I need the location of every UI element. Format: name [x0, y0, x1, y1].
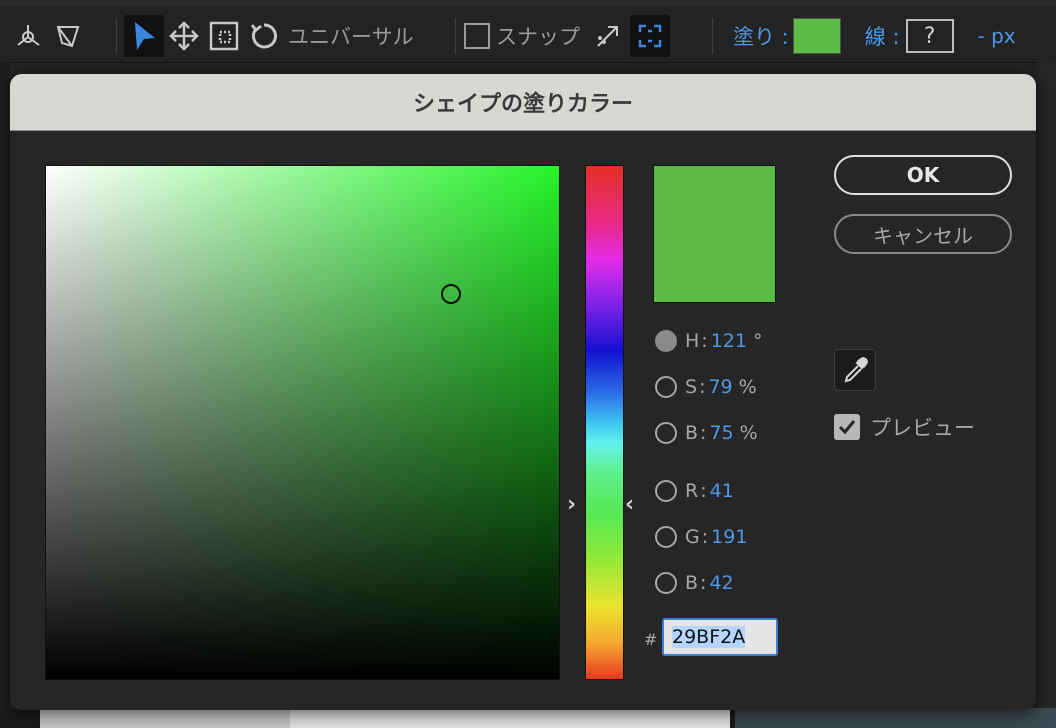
saturation-label: S: [685, 376, 698, 398]
distort-icon[interactable]: [48, 15, 88, 57]
shape-fill-color-dialog: シェイプの塗りカラー › ‹ H : 121 ° S : 79 % B : 75…: [10, 74, 1036, 710]
field-hue[interactable]: H : 121 °: [655, 326, 762, 356]
hue-radio[interactable]: [655, 330, 677, 352]
saturation-unit: %: [738, 376, 757, 398]
app-toolbar: ユニバーサル スナップ 塗り : 線 : ? - px: [0, 0, 1056, 63]
green-value[interactable]: 191: [711, 526, 747, 548]
blue-value[interactable]: 42: [709, 572, 733, 594]
blue-radio[interactable]: [655, 572, 677, 594]
hue-unit: °: [752, 330, 763, 352]
field-colon: :: [701, 526, 709, 548]
background-panel-right: [1038, 62, 1056, 708]
transform-3d-icon[interactable]: [8, 15, 48, 57]
scale-icon[interactable]: [204, 15, 244, 57]
brightness-value[interactable]: 75: [709, 422, 733, 444]
field-blue[interactable]: B : 42: [655, 568, 734, 598]
brightness-unit: %: [739, 422, 758, 444]
hue-value[interactable]: 121: [711, 330, 747, 352]
field-colon: :: [700, 480, 707, 502]
field-saturation[interactable]: S : 79 %: [655, 372, 757, 402]
red-label: R: [685, 480, 699, 502]
cancel-button[interactable]: キャンセル: [834, 214, 1012, 254]
preview-toggle[interactable]: プレビュー: [834, 412, 975, 442]
tool-group-main: ユニバーサル: [124, 14, 414, 58]
hex-hash-label: #: [644, 630, 658, 649]
toolbar-separator: [116, 18, 117, 54]
snap-bounds-icon[interactable]: [630, 15, 670, 57]
fill-label[interactable]: 塗り :: [733, 21, 789, 51]
hue-slider[interactable]: [585, 165, 624, 680]
toolbar-separator: [712, 18, 713, 54]
dialog-title: シェイプの塗りカラー: [10, 74, 1036, 131]
snap-label[interactable]: スナップ: [496, 21, 580, 51]
background-panel-left: [0, 62, 10, 728]
ok-button[interactable]: OK: [834, 155, 1012, 195]
saturation-value[interactable]: 79: [708, 376, 732, 398]
background-image: [40, 708, 290, 728]
eyedropper-icon[interactable]: [834, 349, 876, 391]
toolbar-separator: [455, 18, 456, 54]
red-value[interactable]: 41: [710, 480, 734, 502]
universal-label[interactable]: ユニバーサル: [288, 21, 414, 51]
preview-checkbox[interactable]: [834, 414, 860, 440]
preview-label: プレビュー: [870, 416, 975, 440]
hue-slider-left-arrow-icon[interactable]: ›: [567, 492, 576, 517]
brightness-radio[interactable]: [655, 422, 677, 444]
hex-color-input[interactable]: [662, 618, 778, 656]
rotate-icon[interactable]: [244, 15, 284, 57]
field-colon: :: [701, 330, 708, 352]
field-colon: :: [699, 376, 706, 398]
saturation-brightness-field[interactable]: [45, 165, 560, 680]
field-colon: :: [700, 572, 707, 594]
stroke-label[interactable]: 線 :: [865, 21, 900, 51]
blue-label: B: [685, 572, 699, 594]
stroke-width-value[interactable]: - px: [978, 24, 1016, 48]
color-field-cursor[interactable]: [441, 284, 462, 305]
snap-checkbox-icon[interactable]: [464, 23, 490, 49]
green-radio[interactable]: [655, 526, 677, 548]
field-colon: :: [700, 422, 707, 444]
selection-arrow-icon[interactable]: [124, 15, 164, 57]
fill-color-swatch[interactable]: [792, 18, 841, 54]
green-label: G: [685, 526, 700, 548]
field-red[interactable]: R : 41: [655, 476, 734, 506]
checkmark-icon: [838, 420, 856, 435]
hue-slider-right-arrow-icon[interactable]: ‹: [625, 492, 634, 517]
brightness-label: B: [685, 422, 699, 444]
stroke-color-swatch[interactable]: ?: [905, 19, 954, 53]
field-green[interactable]: G : 191: [655, 522, 747, 552]
background-composition: [0, 708, 1056, 728]
snap-direction-icon[interactable]: [588, 15, 628, 57]
red-radio[interactable]: [655, 480, 677, 502]
background-image: [735, 708, 1056, 728]
hue-label: H: [685, 330, 700, 352]
background-image: [290, 708, 730, 728]
new-color-preview: [653, 165, 776, 303]
fill-group: 塗り : 線 : ? - px: [733, 14, 1016, 58]
top-strip: [0, 0, 1056, 6]
tool-group-left: [8, 14, 88, 58]
saturation-radio[interactable]: [655, 376, 677, 398]
snap-group: スナップ: [464, 14, 670, 58]
field-brightness[interactable]: B : 75 %: [655, 418, 758, 448]
move-icon[interactable]: [164, 15, 204, 57]
